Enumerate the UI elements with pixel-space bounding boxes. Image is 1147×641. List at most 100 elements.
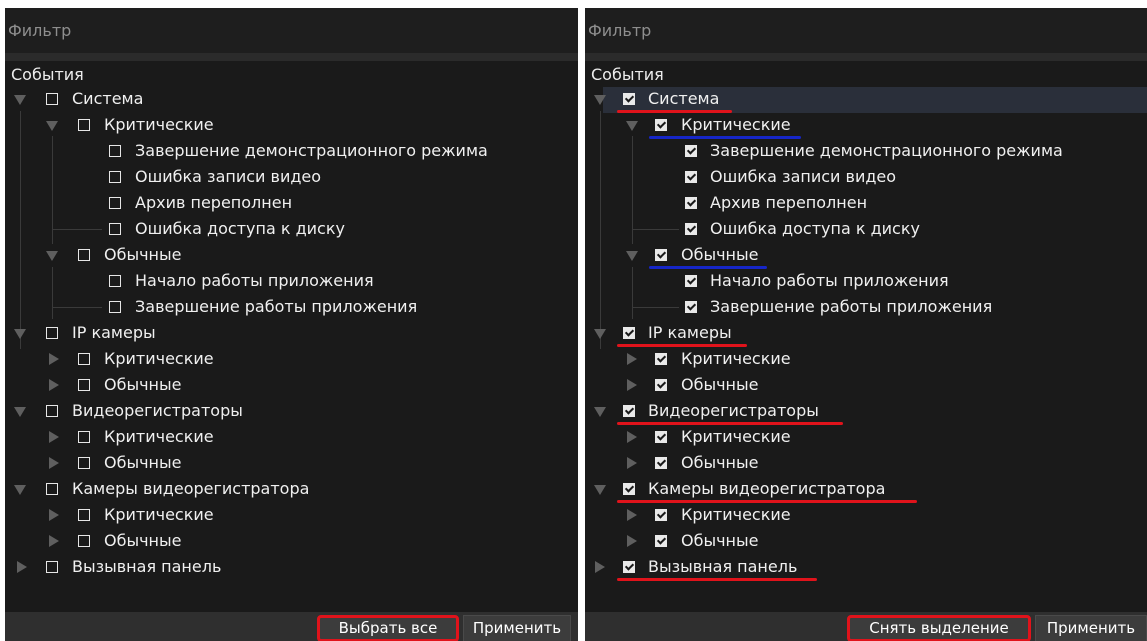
checkbox[interactable] xyxy=(78,535,90,547)
checkbox[interactable] xyxy=(78,353,90,365)
checkbox[interactable] xyxy=(78,431,90,443)
tree-item-dvrcam-critical[interactable]: Критические xyxy=(5,503,578,529)
tree-item-sistema[interactable]: Система xyxy=(585,87,1147,113)
checkbox-checked[interactable] xyxy=(685,197,697,209)
collapse-arrow-icon[interactable] xyxy=(49,535,59,547)
checkbox[interactable] xyxy=(46,327,58,339)
checkbox-checked[interactable] xyxy=(655,249,667,261)
checkbox[interactable] xyxy=(109,223,121,235)
tree-item-dvr[interactable]: Видеорегистраторы xyxy=(5,399,578,425)
collapse-arrow-icon[interactable] xyxy=(49,509,59,521)
expand-arrow-icon[interactable] xyxy=(594,95,606,105)
collapse-arrow-icon[interactable] xyxy=(49,457,59,469)
tree-item-ip-critical[interactable]: Критические xyxy=(585,347,1147,373)
select-all-button[interactable]: Выбрать все xyxy=(317,615,459,641)
collapse-arrow-icon[interactable] xyxy=(627,431,637,443)
expand-arrow-icon[interactable] xyxy=(14,407,26,417)
checkbox[interactable] xyxy=(78,119,90,131)
checkbox-checked[interactable] xyxy=(655,353,667,365)
tree-item-app-start[interactable]: Начало работы приложения xyxy=(5,269,578,295)
tree-item-dvrcam-normal[interactable]: Обычные xyxy=(585,529,1147,555)
checkbox-checked[interactable] xyxy=(685,145,697,157)
tree-item-dvrcam-normal[interactable]: Обычные xyxy=(5,529,578,555)
tree-item-obychnye[interactable]: Обычные xyxy=(5,243,578,269)
apply-button[interactable]: Применить xyxy=(463,615,571,641)
tree-item-app-start[interactable]: Начало работы приложения xyxy=(585,269,1147,295)
checkbox-checked[interactable] xyxy=(685,171,697,183)
checkbox-checked[interactable] xyxy=(623,561,635,573)
expand-arrow-icon[interactable] xyxy=(46,121,58,131)
tree-item-dvr-critical[interactable]: Критические xyxy=(5,425,578,451)
expand-arrow-icon[interactable] xyxy=(14,329,26,339)
tree-item-ip-cameras[interactable]: IP камеры xyxy=(585,321,1147,347)
expand-arrow-icon[interactable] xyxy=(594,485,606,495)
collapse-arrow-icon[interactable] xyxy=(627,379,637,391)
tree-item-kriticheskie[interactable]: Критические xyxy=(5,113,578,139)
expand-arrow-icon[interactable] xyxy=(14,485,26,495)
tree-item-intercom[interactable]: Вызывная панель xyxy=(585,555,1147,581)
collapse-arrow-icon[interactable] xyxy=(49,379,59,391)
checkbox-checked[interactable] xyxy=(623,405,635,417)
tree-item-app-end[interactable]: Завершение работы приложения xyxy=(5,295,578,321)
checkbox[interactable] xyxy=(78,509,90,521)
expand-arrow-icon[interactable] xyxy=(626,251,638,261)
collapse-arrow-icon[interactable] xyxy=(49,431,59,443)
collapse-arrow-icon[interactable] xyxy=(627,457,637,469)
tree-item-dvr-normal[interactable]: Обычные xyxy=(5,451,578,477)
deselect-button[interactable]: Снять выделение xyxy=(847,615,1031,641)
checkbox-checked[interactable] xyxy=(623,327,635,339)
collapse-arrow-icon[interactable] xyxy=(595,561,605,573)
tree-item-dvr-normal[interactable]: Обычные xyxy=(585,451,1147,477)
apply-button[interactable]: Применить xyxy=(1035,615,1147,641)
tree-item-dvr-cameras[interactable]: Камеры видеорегистратора xyxy=(5,477,578,503)
tree-item-app-end[interactable]: Завершение работы приложения xyxy=(585,295,1147,321)
tree-item-video-error[interactable]: Ошибка записи видео xyxy=(5,165,578,191)
checkbox[interactable] xyxy=(109,171,121,183)
expand-arrow-icon[interactable] xyxy=(14,95,26,105)
tree-item-dvr-critical[interactable]: Критические xyxy=(585,425,1147,451)
tree-item-archive-full[interactable]: Архив переполнен xyxy=(5,191,578,217)
expand-arrow-icon[interactable] xyxy=(594,407,606,417)
checkbox-checked[interactable] xyxy=(623,483,635,495)
tree-item-dvrcam-critical[interactable]: Критические xyxy=(585,503,1147,529)
checkbox[interactable] xyxy=(109,301,121,313)
collapse-arrow-icon[interactable] xyxy=(49,353,59,365)
tree-item-dvr[interactable]: Видеорегистраторы xyxy=(585,399,1147,425)
tree-item-archive-full[interactable]: Архив переполнен xyxy=(585,191,1147,217)
tree-item-video-error[interactable]: Ошибка записи видео xyxy=(585,165,1147,191)
checkbox[interactable] xyxy=(109,145,121,157)
checkbox-checked[interactable] xyxy=(655,509,667,521)
tree-item-ip-normal[interactable]: Обычные xyxy=(585,373,1147,399)
tree-item-dvr-cameras[interactable]: Камеры видеорегистратора xyxy=(585,477,1147,503)
tree-item-disk-access-error[interactable]: Ошибка доступа к диску xyxy=(585,217,1147,243)
collapse-arrow-icon[interactable] xyxy=(627,535,637,547)
checkbox[interactable] xyxy=(46,561,58,573)
checkbox[interactable] xyxy=(78,249,90,261)
checkbox[interactable] xyxy=(78,457,90,469)
expand-arrow-icon[interactable] xyxy=(626,121,638,131)
checkbox[interactable] xyxy=(109,197,121,209)
checkbox-checked[interactable] xyxy=(655,119,667,131)
collapse-arrow-icon[interactable] xyxy=(627,509,637,521)
collapse-arrow-icon[interactable] xyxy=(17,561,27,573)
tree-item-demo-end[interactable]: Завершение демонстрационного режима xyxy=(5,139,578,165)
checkbox-checked[interactable] xyxy=(655,457,667,469)
checkbox-checked[interactable] xyxy=(623,93,635,105)
checkbox[interactable] xyxy=(46,483,58,495)
checkbox-checked[interactable] xyxy=(655,431,667,443)
checkbox[interactable] xyxy=(109,275,121,287)
checkbox-checked[interactable] xyxy=(685,275,697,287)
tree-item-disk-access-error[interactable]: Ошибка доступа к диску xyxy=(5,217,578,243)
checkbox[interactable] xyxy=(46,405,58,417)
tree-item-ip-normal[interactable]: Обычные xyxy=(5,373,578,399)
tree-item-kriticheskie[interactable]: Критические xyxy=(585,113,1147,139)
tree-item-obychnye[interactable]: Обычные xyxy=(585,243,1147,269)
checkbox-checked[interactable] xyxy=(685,223,697,235)
collapse-arrow-icon[interactable] xyxy=(627,353,637,365)
checkbox[interactable] xyxy=(46,93,58,105)
tree-item-demo-end[interactable]: Завершение демонстрационного режима xyxy=(585,139,1147,165)
tree-item-ip-cameras[interactable]: IP камеры xyxy=(5,321,578,347)
checkbox-checked[interactable] xyxy=(685,301,697,313)
checkbox-checked[interactable] xyxy=(655,379,667,391)
checkbox[interactable] xyxy=(78,379,90,391)
